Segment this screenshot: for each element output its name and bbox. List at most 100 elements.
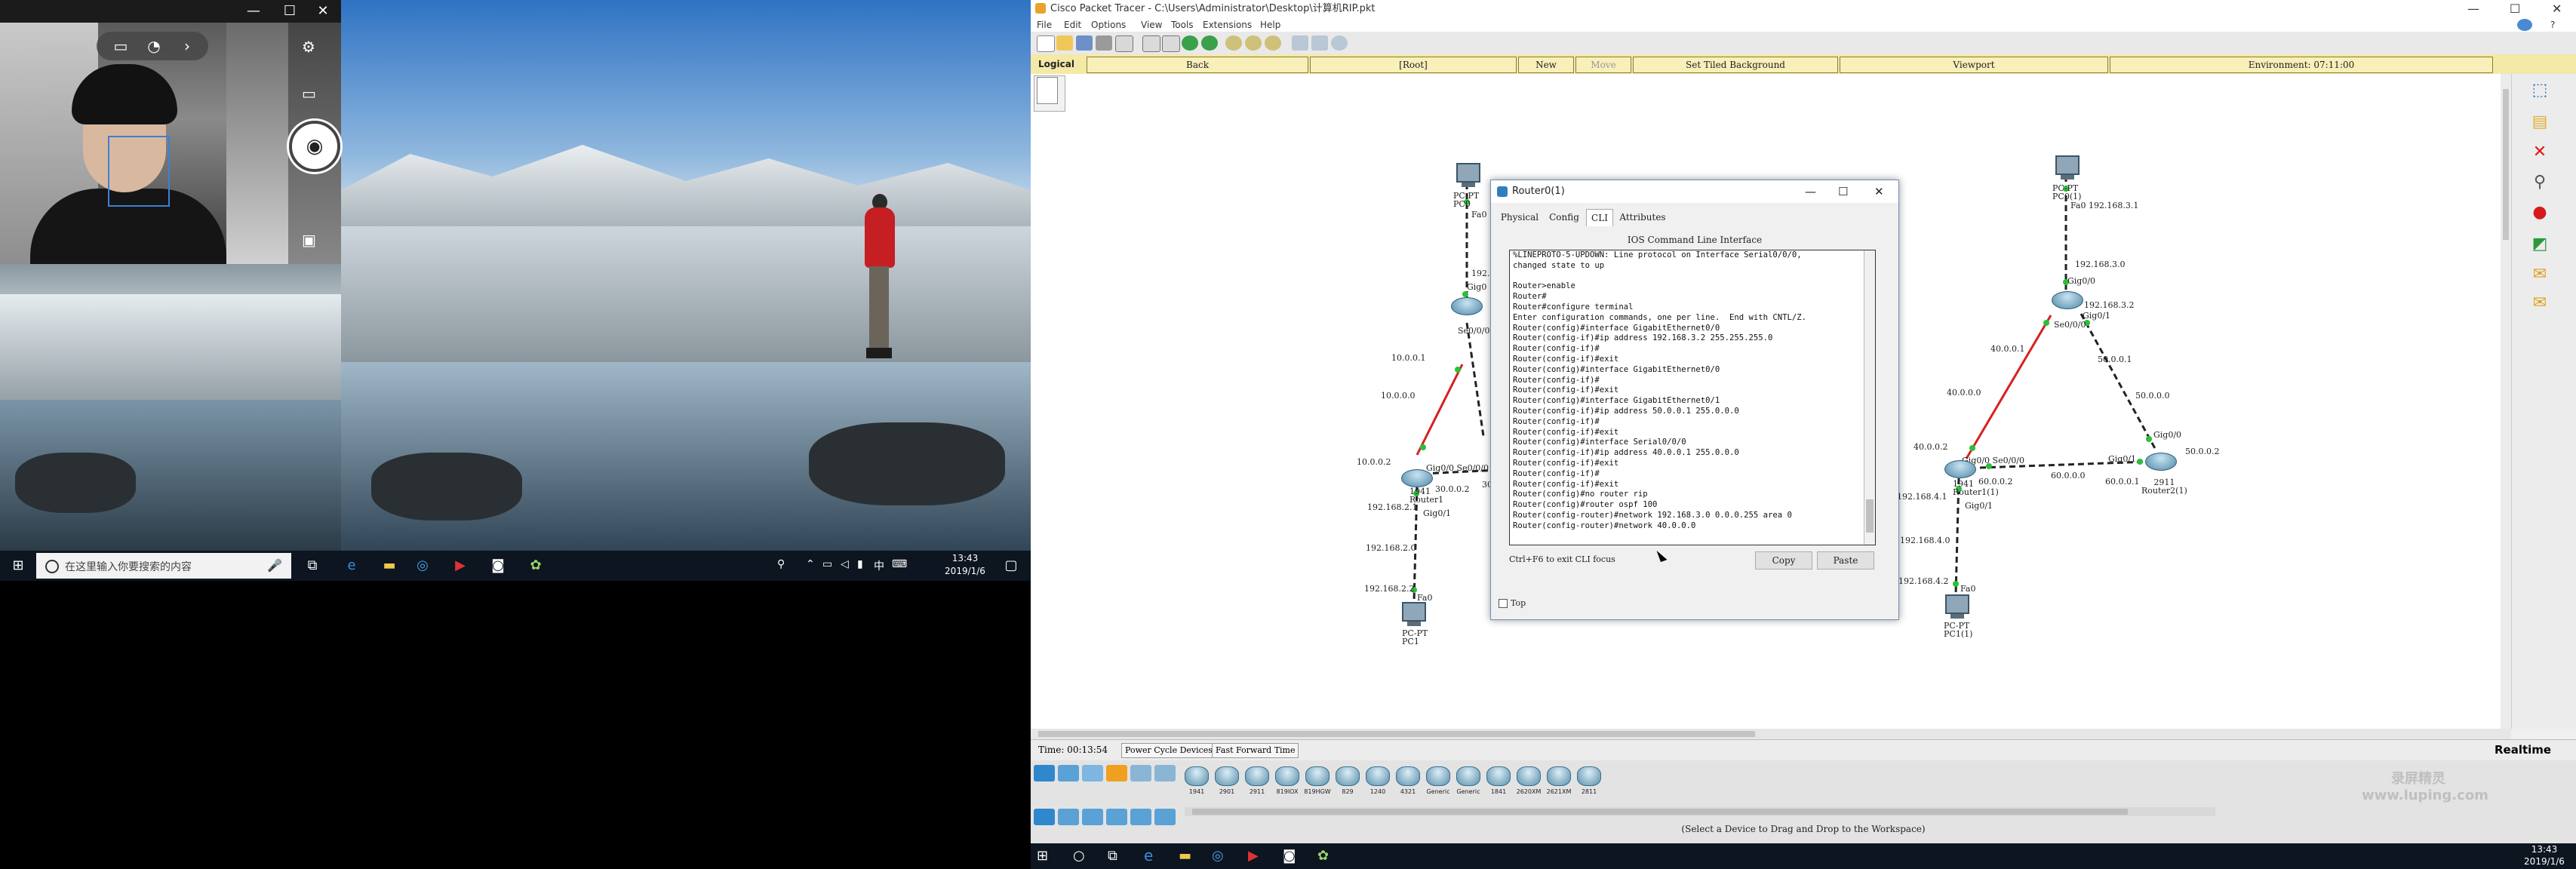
custom-device-icon[interactable] [1311,35,1328,51]
qq-browser-icon[interactable]: ◎ [407,553,438,579]
top-checkbox[interactable]: Top [1499,598,1526,608]
tab-config[interactable]: Config [1545,209,1583,226]
misc-category-icon[interactable] [1130,765,1151,781]
ime-icon[interactable]: 中 [874,558,884,573]
security-subcategory-icon[interactable] [1130,809,1151,825]
info-icon[interactable] [2517,19,2532,31]
device-model-item[interactable]: 2901 [1213,766,1240,800]
zoom-in-icon[interactable] [1225,35,1242,51]
wireless-subcategory-icon[interactable] [1106,809,1127,825]
set-tiled-background-button[interactable]: Set Tiled Background [1633,57,1838,73]
multiuser-category-icon[interactable] [1154,765,1176,781]
canvas-vertical-scrollbar[interactable] [2501,74,2511,729]
recorder-icon[interactable]: ▶ [445,553,475,579]
logical-tab[interactable]: Logical [1034,57,1079,72]
add-pdu-icon[interactable]: ✉ [2528,264,2551,285]
realtime-mode-label[interactable]: Realtime [2495,743,2551,757]
task-view-icon[interactable]: ⧉ [1108,848,1117,864]
device-model-item[interactable]: 2811 [1575,766,1603,800]
close-button[interactable]: ✕ [305,0,341,23]
device-model-item[interactable]: 1841 [1485,766,1512,800]
redo-icon[interactable] [1201,35,1218,51]
tab-attributes[interactable]: Attributes [1615,209,1671,226]
camera-taskbar-icon[interactable]: ◙ [1283,848,1296,864]
taskbar-clock[interactable]: 13:43 2019/1/6 [931,552,999,579]
zoom-reset-icon[interactable] [1245,35,1262,51]
viewport-button[interactable]: Viewport [1840,57,2108,73]
components-category-icon[interactable] [1082,765,1103,781]
switches-subcategory-icon[interactable] [1058,809,1079,825]
qq-browser-icon[interactable]: ◎ [1212,848,1224,864]
device-model-item[interactable]: 1941 [1183,766,1210,800]
device-model-item[interactable]: 819IOX [1274,766,1301,800]
print-icon[interactable] [1096,35,1112,51]
delete-tool-icon[interactable]: ✕ [2528,142,2551,163]
taskbar-search-box[interactable]: 在这里输入你要搜索的内容 🎤 [36,553,291,579]
packet-tracer-taskbar-icon[interactable]: ✿ [1317,848,1329,864]
device-model-item[interactable]: Generic [1425,766,1452,800]
camera-shutter-button[interactable]: ◉ [289,121,340,172]
maximize-button[interactable]: ☐ [2510,0,2520,18]
tab-cli[interactable]: CLI [1586,209,1613,226]
wan-emulation-subcategory-icon[interactable] [1154,809,1176,825]
taskbar-clock[interactable]: 13:43 2019/1/6 [2516,843,2573,867]
file-explorer-icon[interactable]: ▬ [374,553,404,579]
router1-1-device[interactable] [1942,460,1978,478]
note-tool-icon[interactable]: ▤ [2528,112,2551,133]
packet-tracer-taskbar-icon[interactable]: ✿ [521,553,551,579]
new-file-icon[interactable] [1037,35,1055,52]
environment-button[interactable]: Environment: 07:11:00 [2110,57,2493,73]
windows-start-icon[interactable]: ⊞ [1037,848,1048,864]
ipc-icon[interactable] [1331,35,1348,51]
new-cluster-button[interactable]: New Cluster [1518,57,1574,85]
video-mode-icon[interactable]: ▭ [104,32,137,60]
menu-edit[interactable]: Edit [1064,18,1081,32]
microphone-icon[interactable]: 🎤 [267,558,282,573]
chevron-up-icon[interactable]: ⌃ [806,558,815,570]
person-icon[interactable]: ⚲ [777,558,785,570]
drawing-palette-icon[interactable] [1292,35,1308,51]
back-button[interactable]: Back [1087,57,1308,73]
network-icon[interactable]: ▭ [822,558,832,570]
tab-physical[interactable]: Physical [1497,209,1542,226]
task-view-icon[interactable]: ⧉ [297,553,327,579]
device-model-item[interactable]: 829 [1334,766,1361,800]
menu-extensions[interactable]: Extensions [1203,18,1252,32]
minimize-button[interactable]: — [1805,180,1816,203]
help-icon[interactable]: ? [2550,18,2555,32]
paste-icon[interactable] [1162,35,1180,52]
settings-icon[interactable]: ⚙ [302,38,315,56]
inspect-tool-icon[interactable]: ⚲ [2528,172,2551,193]
paste-button[interactable]: Paste [1817,551,1874,570]
menu-help[interactable]: Help [1260,18,1280,32]
maximize-button[interactable]: ☐ [272,0,308,23]
copy-icon[interactable] [1142,35,1160,52]
canvas-horizontal-scrollbar[interactable] [1031,729,2511,739]
connections-category-icon[interactable] [1106,765,1127,781]
resize-shape-icon[interactable]: ◩ [2528,234,2551,255]
volume-icon[interactable]: ◁ [841,558,849,570]
battery-icon[interactable]: ▮ [857,558,863,570]
minimize-button[interactable]: — [2467,0,2479,18]
camera-taskbar-icon[interactable]: ◙ [483,553,513,579]
menu-options[interactable]: Options [1091,18,1126,32]
zoom-out-icon[interactable] [1265,35,1281,51]
move-object-button[interactable]: Move Object [1575,57,1631,85]
device-list-scrollbar[interactable] [1185,807,2215,816]
recorder-icon[interactable]: ▶ [1248,848,1259,864]
fast-forward-button[interactable]: Fast Forward Time [1212,743,1299,758]
pc1-1-device[interactable] [1939,594,1975,619]
edge-browser-icon[interactable]: e [1144,846,1153,864]
router0-1-device[interactable] [2049,291,2086,309]
device-model-item[interactable]: 1240 [1364,766,1391,800]
network-devices-category-icon[interactable] [1034,765,1055,781]
maximize-button[interactable]: ☐ [1838,180,1848,203]
keyboard-icon[interactable]: ⌨ [892,558,907,570]
complex-pdu-icon[interactable]: ✉ [2528,293,2551,314]
router2-1-device[interactable] [2143,453,2179,471]
pc1-device[interactable] [1396,602,1432,626]
menu-tools[interactable]: Tools [1171,18,1194,32]
open-file-icon[interactable] [1056,35,1073,51]
draw-shape-icon[interactable]: ● [2528,202,2551,223]
pc0-1-device[interactable] [2049,155,2086,180]
